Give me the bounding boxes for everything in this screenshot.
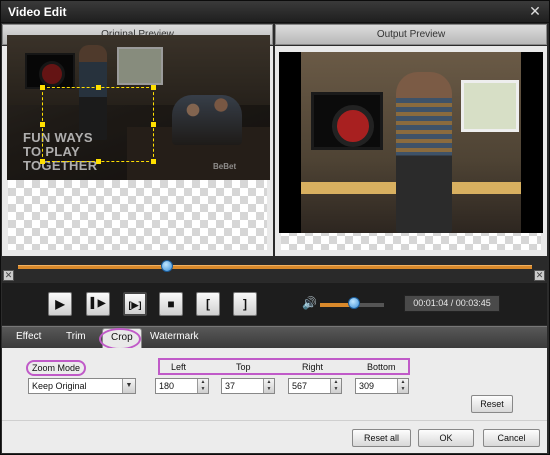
mark-in-button[interactable]: [ (196, 292, 220, 316)
tab-watermark[interactable]: Watermark (150, 331, 199, 342)
left-label: Left (171, 362, 187, 372)
tab-effect[interactable]: Effect (16, 331, 41, 342)
ok-button[interactable]: OK (418, 429, 474, 447)
crop-left-field[interactable]: 180 ▲ ▼ (155, 378, 209, 394)
trim-start-marker-icon[interactable]: ✕ (3, 270, 14, 281)
output-preview-header: Output Preview (275, 24, 547, 45)
reset-button[interactable]: Reset (471, 395, 513, 413)
timeline-bar: ✕ ✕ (2, 258, 547, 282)
reset-all-button[interactable]: Reset all (352, 429, 411, 447)
crop-handle-top[interactable] (96, 85, 101, 90)
mark-out-button[interactable]: ] (233, 292, 257, 316)
tab-crop[interactable]: Crop (102, 328, 142, 348)
spinner-icon[interactable]: ▲ ▼ (330, 379, 341, 393)
brand-watermark: BeBet (213, 162, 237, 171)
wall-picture-image (461, 80, 519, 132)
spinner-icon[interactable]: ▲ ▼ (263, 379, 274, 393)
tab-trim[interactable]: Trim (66, 331, 86, 342)
zoom-mode-value: Keep Original (32, 381, 87, 391)
crop-handle-bottom[interactable] (96, 159, 101, 164)
timecode-display: 00:01:04 / 00:03:45 (404, 295, 500, 312)
close-icon[interactable]: ✕ (528, 4, 542, 18)
playback-controls: ▶ ▌▶ [▶] ■ [ ] 🔊 00:01:04 / 00:03:45 (2, 283, 547, 325)
play-segment-button[interactable]: [▶] (123, 292, 147, 316)
zoom-mode-select[interactable]: Keep Original ▼ (28, 378, 136, 394)
crop-bottom-field[interactable]: 309 ▲ ▼ (355, 378, 409, 394)
bottom-label: Bottom (367, 362, 396, 372)
crop-right-value: 567 (292, 381, 308, 391)
crop-handle-bottom-right[interactable] (151, 159, 156, 164)
crop-selection-frame[interactable] (40, 85, 156, 164)
crop-handle-bottom-left[interactable] (40, 159, 45, 164)
timeline-playhead[interactable] (161, 260, 174, 272)
timeline-track[interactable] (18, 265, 532, 269)
crop-left-value: 180 (159, 381, 175, 391)
crop-bottom-value: 309 (359, 381, 375, 391)
crop-handle-top-left[interactable] (40, 85, 45, 90)
top-label: Top (236, 362, 251, 372)
crop-handle-top-right[interactable] (151, 85, 156, 90)
stop-button[interactable]: ■ (159, 292, 183, 316)
spinner-icon[interactable]: ▲ ▼ (397, 379, 408, 393)
trim-end-marker-icon[interactable]: ✕ (534, 270, 545, 281)
edit-tabs: Effect Trim Crop Watermark (2, 326, 547, 348)
crop-handle-right[interactable] (151, 122, 156, 127)
zoom-mode-label: Zoom Mode (26, 360, 87, 376)
crop-handle-left[interactable] (40, 122, 45, 127)
crop-right-field[interactable]: 567 ▲ ▼ (288, 378, 342, 394)
chevron-down-icon[interactable]: ▼ (122, 379, 135, 393)
output-video-frame (279, 52, 543, 233)
spinner-icon[interactable]: ▲ ▼ (197, 379, 208, 393)
tv-image (311, 92, 383, 150)
cancel-button[interactable]: Cancel (483, 429, 540, 447)
crop-top-value: 37 (225, 381, 236, 391)
play-button[interactable]: ▶ (48, 292, 72, 316)
right-label: Right (302, 362, 324, 372)
crop-top-field[interactable]: 37 ▲ ▼ (221, 378, 275, 394)
volume-thumb[interactable] (348, 297, 360, 309)
title-bar[interactable]: Video Edit ✕ (1, 1, 549, 23)
shirt-stripes-image (396, 98, 452, 154)
window-title: Video Edit (8, 5, 67, 19)
volume-icon[interactable]: 🔊 (302, 296, 317, 310)
next-frame-button[interactable]: ▌▶ (86, 292, 110, 316)
